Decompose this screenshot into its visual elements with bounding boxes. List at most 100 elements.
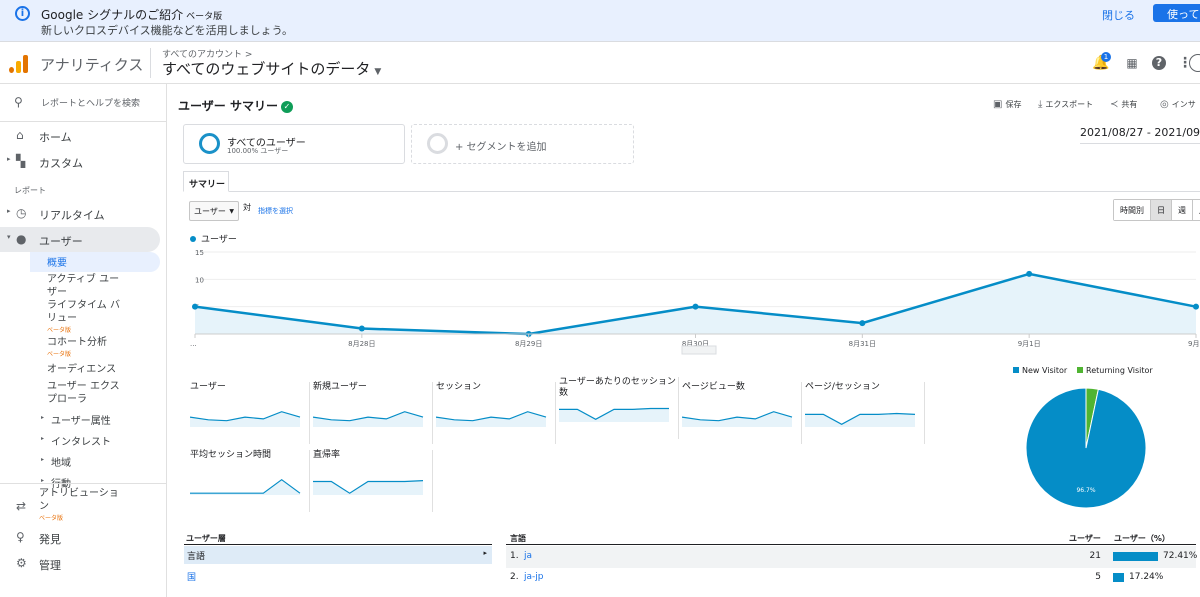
row-users-bar [1113,552,1158,561]
sparkline-card: 新規ユーザー [311,382,433,444]
sparkline-label: ページビュー数 [682,382,745,392]
sidebar-divider [0,483,167,484]
add-segment-button[interactable]: + セグメントを追加 [411,124,634,164]
segment-share: 100.00% ユーザー [227,147,289,155]
expand-arrow-icon: ▸ [41,456,45,463]
insights-button[interactable]: ◎ インサ [1160,99,1196,110]
sidebar-item-label: ホーム [39,131,72,144]
top-bar: アナリティクス すべてのアカウント > すべてのウェブサイトのデータ ▼ 🔔 1 … [0,42,1200,84]
granularity-option[interactable]: 月 [1193,200,1200,220]
apps-grid-icon[interactable]: ▦ [1124,55,1140,71]
data-point[interactable] [192,303,198,310]
row-users-pct: 72.41% [1163,551,1198,561]
dim-country[interactable]: 国 [187,570,196,583]
sparkline-label: 新規ユーザー [313,382,367,392]
sidebar-item-user-explorer[interactable]: ユーザー エクスプローラ [47,380,129,406]
sparkline-area [805,413,915,427]
sidebar-item-label: アトリビューション [39,488,119,512]
pie-legend-returning: Returning Visitor [1077,366,1153,375]
sidebar-item-demographics[interactable]: ▸ ユーザー属性 [41,412,111,427]
save-button[interactable]: ▣ 保存 [993,99,1021,110]
notification-badge: 1 [1101,52,1111,62]
sparkline-card: セッション [434,382,556,444]
signals-banner: i Google シグナルのご紹介 ベータ版 新しいクロスデバイス機能などを活用し… [0,0,1200,42]
help-icon[interactable]: ? [1152,56,1166,70]
sparkline-card: 直帰率 [311,450,433,512]
sidebar-item-label: インタレスト [51,437,111,448]
topbar-divider [150,48,151,78]
select-metric-link[interactable]: 指標を選択 [258,206,293,216]
data-point[interactable] [1193,303,1199,310]
users-line-chart: 15105...8月28日8月29日8月30日8月31日9月1日9月2 [190,249,1200,355]
granularity-option[interactable]: 週 [1172,200,1193,220]
export-label: エクスポート [1045,100,1094,109]
sidebar: ⚲ レポートとヘルプを検索 ⌂ ホーム ▸ ▚ カスタム レポート ▸ ◷ リア… [0,84,167,597]
sidebar-search[interactable]: ⚲ レポートとヘルプを検索 [0,84,167,122]
sparkline [190,478,301,495]
sidebar-item-geo[interactable]: ▸ 地域 [41,454,71,469]
expand-arrow-icon: ▸ [7,155,11,163]
sparkline [682,411,793,427]
dim-language[interactable]: 言語 ▸ [184,546,492,564]
data-point[interactable] [692,303,699,310]
sparkline-card: ページ/セッション [803,382,925,444]
sidebar-item-cohort[interactable]: コホート分析 [47,336,107,349]
lightbulb-icon: ♀ [16,530,25,544]
visitor-pie-chart: 96.7% [1025,387,1147,509]
col-language-header: 言語 [510,534,526,543]
sidebar-item-active-users[interactable]: アクティブ ユーザー [47,273,127,299]
sidebar-item-lifetime-value[interactable]: ライフタイム バリュー [47,299,127,325]
row-users: 5 [1095,572,1101,582]
segment-all-users[interactable]: すべてのユーザー 100.00% ユーザー [183,124,405,164]
person-icon: ● [16,232,27,246]
row-language-link[interactable]: ja [524,551,532,561]
export-button[interactable]: ⤓ エクスポート [1038,99,1093,110]
view-selector[interactable]: すべてのウェブサイトのデータ ▼ [162,58,381,79]
sparkline [805,412,916,427]
page-title-text: ユーザー サマリー [178,99,278,113]
sparkline-label: ページ/セッション [805,382,880,392]
x-tick-label: ... [190,340,197,348]
granularity-option[interactable]: 時間別 [1114,200,1151,220]
dashboard-icon: ▚ [16,154,26,168]
download-icon: ⤓ [1038,99,1043,110]
avatar[interactable] [1189,54,1200,72]
expand-arrow-icon: ▸ [7,207,11,215]
metric-select[interactable]: ユーザー ▼ [189,201,239,221]
attribution-icon: ⇄ [16,499,27,513]
sidebar-item-label: ユーザー [39,235,83,248]
sidebar-item-interests[interactable]: ▸ インタレスト [41,433,111,448]
reports-section-label: レポート [14,186,46,195]
sparkline [313,480,424,495]
banner-title-text: Google シグナルのご紹介 [41,8,184,22]
legend-swatch [1013,367,1019,373]
lifetime-beta-badge: ベータ版 [47,327,72,334]
data-point[interactable] [1026,270,1033,277]
date-range-picker[interactable]: 2021/08/27 - 2021/09/02 [1080,124,1200,144]
data-point[interactable] [358,325,365,332]
table-row: 1. ja 21 72.41% [506,546,1198,568]
search-icon: ⚲ [14,95,23,109]
dim-header-rule [184,544,492,545]
insights-icon: ◎ [1160,99,1169,110]
tab-summary[interactable]: サマリー [183,171,229,192]
table-header-rule [506,544,1196,545]
legend-label: New Visitor [1022,366,1068,375]
granularity-option[interactable]: 日 [1151,200,1172,220]
share-button[interactable]: ≺ 共有 [1110,99,1137,110]
sparkline-card: ユーザー [188,382,310,444]
sidebar-item-audiences[interactable]: オーディエンス [47,363,116,376]
chart-resize-handle[interactable] [681,345,717,355]
add-segment-label: + セグメントを追加 [455,142,547,153]
row-language-link[interactable]: ja-jp [524,572,543,582]
share-icon: ≺ [1110,99,1119,110]
data-point[interactable] [859,320,866,327]
report-main: ユーザー サマリー ✓ ▣ 保存 ⤓ エクスポート ≺ 共有 ◎ インサ すべてのユーザー… [168,84,1200,597]
sidebar-item-overview[interactable]: 概要 [47,257,67,270]
sidebar-item-label: リアルタイム [39,209,105,222]
banner-use-button[interactable]: 使って [1153,4,1200,22]
banner-close-link[interactable]: 閉じる [1102,7,1135,23]
analytics-logo-icon [9,55,29,73]
sparkline [313,411,424,427]
segment-ring-icon [199,133,220,154]
